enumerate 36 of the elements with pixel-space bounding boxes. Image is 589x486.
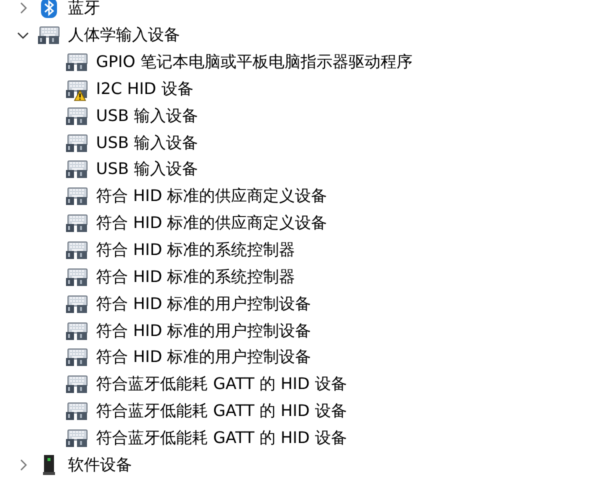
keyboard-icon <box>65 428 89 448</box>
tree-item[interactable]: 符合 HID 标准的用户控制设备 <box>96 320 312 341</box>
device-icon <box>43 454 55 475</box>
keyboard-icon <box>65 401 89 422</box>
tree-item[interactable]: USB 输入设备 <box>96 159 198 180</box>
keyboard-icon <box>65 186 89 206</box>
keyboard-icon <box>65 374 89 394</box>
keyboard-icon <box>65 213 89 234</box>
bluetooth-icon <box>41 0 57 18</box>
keyboard-icon <box>65 132 89 153</box>
tree-item[interactable]: 人体学输入设备 <box>68 25 180 46</box>
tree-item[interactable]: 符合蓝牙低能耗 GATT 的 HID 设备 <box>96 374 347 394</box>
tree-item[interactable]: 软件设备 <box>68 454 132 475</box>
keyboard-icon <box>65 159 89 180</box>
tree-item[interactable]: 符合 HID 标准的系统控制器 <box>96 266 296 287</box>
tree-item[interactable]: 符合 HID 标准的供应商定义设备 <box>96 186 328 206</box>
tree-item[interactable]: USB 输入设备 <box>96 106 198 126</box>
keyboard-icon <box>65 78 89 99</box>
tree-item[interactable]: 蓝牙 <box>68 0 100 18</box>
keyboard-icon <box>65 294 89 314</box>
keyboard-icon <box>65 347 89 368</box>
tree-item[interactable]: I2C HID 设备 <box>96 78 194 99</box>
tree-item[interactable]: USB 输入设备 <box>96 132 198 153</box>
keyboard-icon <box>65 266 89 287</box>
tree-item[interactable]: 符合 HID 标准的供应商定义设备 <box>96 213 328 234</box>
keyboard-icon <box>65 240 89 260</box>
tree-item[interactable]: GPIO 笔记本电脑或平板电脑指示器驱动程序 <box>96 52 412 72</box>
tree-item[interactable]: 符合蓝牙低能耗 GATT 的 HID 设备 <box>96 428 347 448</box>
tree-item[interactable]: 符合 HID 标准的系统控制器 <box>96 240 296 260</box>
keyboard-icon <box>65 52 89 72</box>
keyboard-icon <box>37 25 61 46</box>
tree-item[interactable]: 符合 HID 标准的用户控制设备 <box>96 294 312 314</box>
tree-item[interactable]: 符合蓝牙低能耗 GATT 的 HID 设备 <box>96 401 347 422</box>
keyboard-icon <box>65 106 89 126</box>
tree-item[interactable]: 符合 HID 标准的用户控制设备 <box>96 347 312 368</box>
keyboard-icon <box>65 320 89 341</box>
